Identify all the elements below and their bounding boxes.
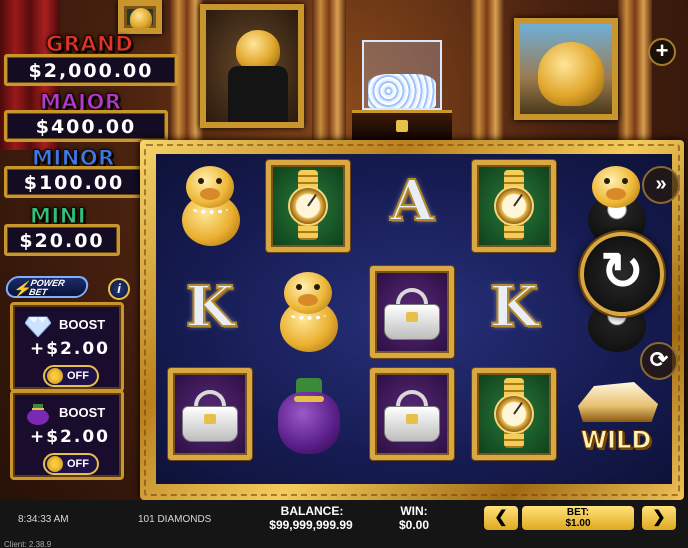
speed-icon[interactable]: » bbox=[642, 166, 680, 204]
diamond-icon bbox=[24, 315, 52, 338]
moneybag-icon bbox=[25, 403, 51, 425]
handbag-icon bbox=[384, 288, 440, 340]
balance-value: $99,999,999.99 bbox=[269, 518, 353, 532]
pillar bbox=[618, 0, 652, 140]
boost-label: BOOST bbox=[59, 405, 106, 420]
jackpot-grand-label: GRAND bbox=[45, 32, 134, 57]
pig-lady-icon bbox=[174, 164, 246, 248]
boost-toggle-state: OFF bbox=[67, 370, 89, 382]
symbol-letter: K bbox=[489, 273, 540, 341]
reel-grid: A K K WILD bbox=[156, 154, 672, 484]
bet-label: BET: bbox=[566, 507, 590, 518]
gold-watch-icon bbox=[490, 170, 538, 240]
pillar bbox=[470, 0, 504, 140]
power-bet-badge: ⚡ POWER BET bbox=[4, 276, 90, 298]
pig-butler-painting bbox=[200, 4, 304, 128]
power-bet-label: POWER BET bbox=[28, 278, 66, 297]
handbag-icon bbox=[182, 390, 238, 442]
bet-increase-button[interactable]: ❯ bbox=[642, 506, 676, 530]
wild-label: WILD bbox=[580, 426, 652, 455]
symbol-watch bbox=[468, 156, 560, 256]
symbol-moneybag bbox=[262, 364, 354, 464]
symbol-handbag bbox=[366, 262, 458, 362]
jackpot-mini-box: $20.00 bbox=[4, 224, 120, 256]
symbol-handbag bbox=[366, 364, 458, 464]
symbol-k: K bbox=[164, 262, 256, 362]
boost-toggle-state: OFF bbox=[67, 458, 89, 470]
jackpot-minor-value: $100.00 bbox=[23, 172, 125, 194]
plus-button[interactable]: + bbox=[648, 38, 676, 66]
boost-card-diamond: BOOST +$2.00 ⚡ OFF bbox=[10, 302, 124, 392]
jackpot-mini-value: $20.00 bbox=[19, 230, 105, 252]
boost-value: +$2.00 bbox=[29, 427, 111, 447]
jackpot-minor-box: $100.00 bbox=[4, 166, 144, 198]
spin-button[interactable]: ↻ bbox=[580, 232, 664, 316]
boost-card-moneybag: BOOST +$2.00 ⚡ OFF bbox=[10, 390, 124, 480]
symbol-pig-lady bbox=[164, 156, 256, 256]
bet-decrease-button[interactable]: ❮ bbox=[484, 506, 518, 530]
symbol-watch bbox=[262, 156, 354, 256]
jackpot-grand-value: $2,000.00 bbox=[28, 60, 154, 82]
gold-watch-icon bbox=[490, 378, 538, 448]
boost-toggle[interactable]: ⚡ OFF bbox=[43, 453, 99, 475]
diamond-count: 101 DIAMONDS bbox=[138, 514, 212, 525]
pillar bbox=[312, 0, 346, 140]
win-value: $0.00 bbox=[398, 518, 430, 532]
symbol-letter: K bbox=[185, 273, 236, 341]
lightning-icon: ⚡ bbox=[47, 456, 63, 472]
info-icon[interactable]: i bbox=[108, 278, 130, 300]
jackpot-grand-box: $2,000.00 bbox=[4, 54, 178, 86]
balance-label: BALANCE: bbox=[280, 504, 344, 518]
symbol-handbag bbox=[164, 364, 256, 464]
lightning-icon: ⚡ bbox=[47, 368, 63, 384]
game-stage: GRAND $2,000.00 MAJOR $400.00 MINOR $100… bbox=[0, 0, 688, 548]
autoplay-icon[interactable]: ⟳ bbox=[640, 342, 678, 380]
moneybag-icon bbox=[278, 376, 340, 456]
symbol-wild: WILD bbox=[570, 364, 662, 464]
symbol-letter: A bbox=[389, 167, 434, 235]
small-painting bbox=[118, 0, 162, 34]
client-version: Client: 2.38.9 bbox=[4, 540, 52, 548]
handbag-icon bbox=[384, 390, 440, 442]
jackpot-major-value: $400.00 bbox=[35, 116, 137, 138]
symbol-watch bbox=[468, 364, 560, 464]
bet-display: BET: $1.00 bbox=[522, 506, 634, 530]
lock-icon bbox=[396, 120, 408, 132]
pig-tycoon-painting bbox=[514, 18, 618, 120]
bet-value: $1.00 bbox=[565, 518, 591, 529]
jackpot-major-box: $400.00 bbox=[4, 110, 168, 142]
boost-value: +$2.00 bbox=[29, 339, 111, 359]
pig-lady-icon bbox=[272, 270, 344, 354]
boost-label: BOOST bbox=[59, 317, 106, 332]
symbol-a: A bbox=[366, 156, 458, 256]
symbol-k: K bbox=[468, 262, 560, 362]
win-label: WIN: bbox=[400, 504, 428, 518]
power-bet-panel: ⚡ POWER BET i BOOST +$2.00 ⚡ OFF BOOST +… bbox=[4, 276, 134, 486]
symbol-pig-lady bbox=[262, 262, 354, 362]
boost-toggle[interactable]: ⚡ OFF bbox=[43, 365, 99, 387]
gold-watch-icon bbox=[284, 170, 332, 240]
wild-yacht-icon: WILD bbox=[570, 364, 662, 464]
diamonds-pile bbox=[368, 74, 436, 108]
clock: 8:34:33 AM bbox=[18, 514, 69, 525]
diamond-display-case bbox=[352, 40, 452, 140]
